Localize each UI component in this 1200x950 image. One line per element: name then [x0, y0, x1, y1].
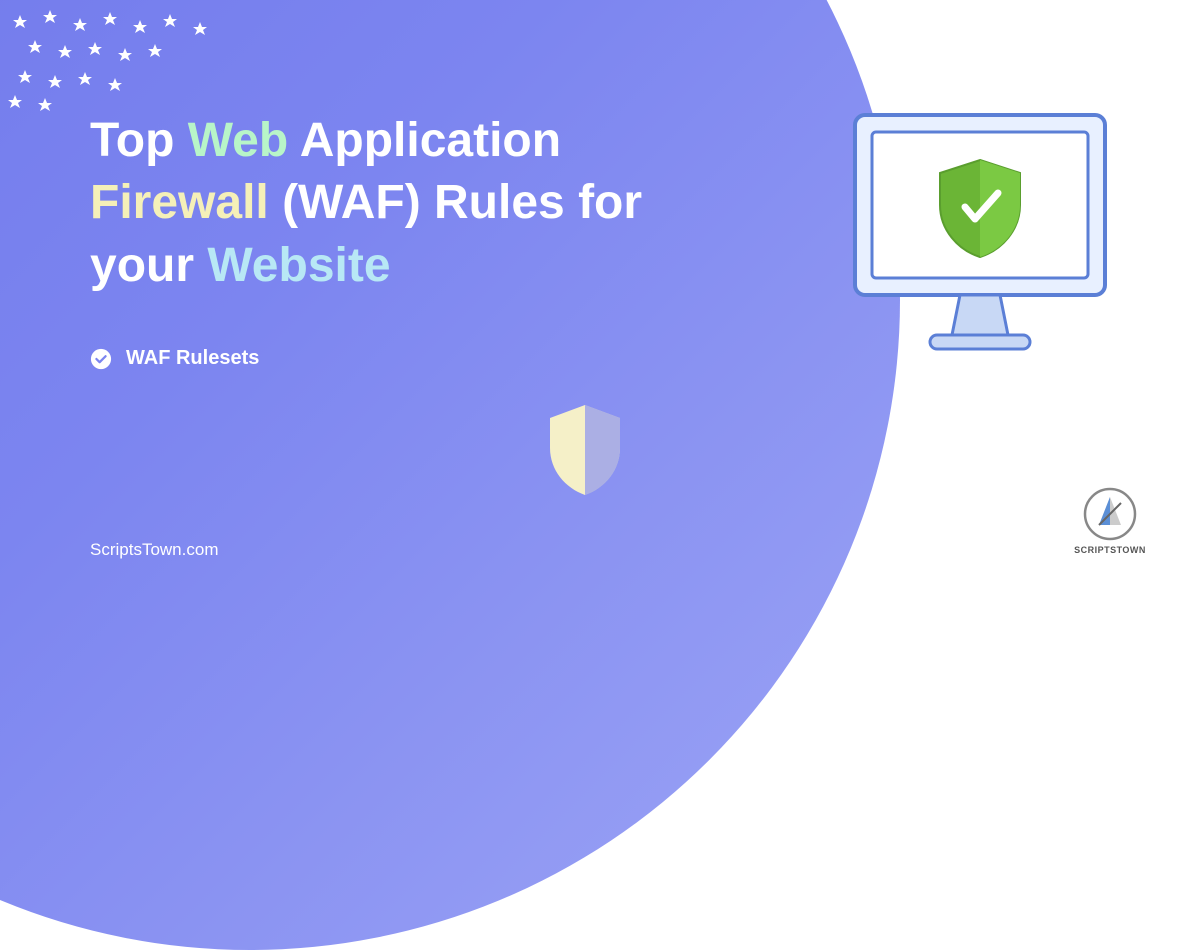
- check-circle-icon: [90, 348, 112, 370]
- title-accent-web: Web: [188, 114, 288, 167]
- scriptstown-logo: SCRIPTSTOWN: [1075, 487, 1145, 572]
- subtitle-row: WAF Rulesets: [90, 347, 710, 370]
- logo-mark-icon: [1083, 487, 1137, 541]
- monitor-illustration: [840, 100, 1120, 370]
- site-url: ScriptsTown.com: [90, 540, 218, 560]
- title-accent-firewall: Firewall: [90, 176, 269, 229]
- stars-decoration: [0, 0, 260, 120]
- logo-text: SCRIPTSTOWN: [1074, 545, 1146, 555]
- title-accent-website: Website: [207, 239, 390, 292]
- subtitle-text: WAF Rulesets: [126, 347, 259, 370]
- title-text-1: Top: [90, 114, 188, 167]
- shield-small-icon: [540, 400, 630, 500]
- main-content: Top Web Application Firewall (WAF) Rules…: [90, 110, 710, 370]
- title-text-2: Application: [288, 114, 561, 167]
- page-title: Top Web Application Firewall (WAF) Rules…: [90, 110, 710, 297]
